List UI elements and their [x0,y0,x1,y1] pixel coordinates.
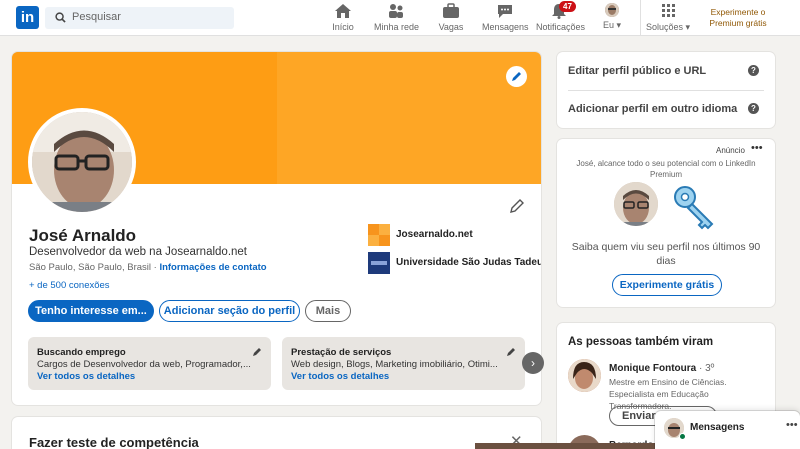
profile-settings-card: Editar perfil público e URL ? Adicionar … [557,52,775,128]
school-logo [368,252,390,274]
nav-notifications[interactable]: 47 Notificações [536,1,586,33]
box-text: Cargos de Desenvolvedor da web, Programa… [37,359,251,370]
ad-label: Anúncio [716,146,745,155]
nav-divider [640,0,641,36]
more-options-icon[interactable]: ••• [786,419,798,431]
edit-intro-icon[interactable] [509,198,525,214]
nav-jobs-label: Vagas [438,22,464,32]
people-title: As pessoas também viram [568,336,714,348]
avatar-icon [605,3,619,17]
help-icon[interactable]: ? [748,65,759,76]
pencil-icon [512,72,521,81]
grid-icon [662,4,675,17]
briefcase-icon [443,3,459,18]
open-to-work-box[interactable]: Buscando emprego Cargos de Desenvolvedor… [28,337,271,390]
services-box[interactable]: Prestação de serviços Web design, Blogs,… [282,337,525,390]
nav-network-label: Minha rede [374,22,420,32]
search-input[interactable]: Pesquisar [45,7,234,29]
profile-location: São Paulo, São Paulo, Brasil · Informaçõ… [29,262,267,273]
nav-home[interactable]: Início [328,3,358,33]
nav-jobs[interactable]: Vagas [436,3,466,33]
ad-avatar [614,182,658,226]
home-icon [335,4,351,18]
try-free-button[interactable]: Experimente grátis [612,274,722,296]
nav-network[interactable]: Minha rede [374,3,420,33]
search-icon [55,12,66,23]
carousel-next-button[interactable]: › [522,352,544,374]
nav-me-label: Eu ▾ [602,20,622,30]
edit-cover-button[interactable] [506,66,527,87]
key-icon [674,186,714,230]
nav-solutions[interactable]: Soluções ▾ [646,3,690,33]
box-link[interactable]: Ver todos os detalhes [37,371,135,382]
company-name: Josearnaldo.net [396,229,473,240]
ad-text: José, alcance todo o seu potencial com o… [576,159,756,179]
notification-badge: 47 [559,1,576,12]
background-strip [475,443,655,449]
premium-ad-card: Anúncio ••• José, alcance todo o seu pot… [557,139,775,307]
pencil-icon[interactable] [506,346,517,357]
profile-name: José Arnaldo [29,226,137,245]
search-placeholder: Pesquisar [72,11,121,23]
add-language-link[interactable]: Adicionar perfil em outro idioma [568,103,737,115]
profile-headline: Desenvolvedor da web na Josearnaldo.net [29,246,248,258]
box-link[interactable]: Ver todos os detalhes [291,371,389,382]
nav-notifications-label: Notificações [536,22,586,32]
box-title: Prestação de serviços [291,347,392,358]
contact-info-link[interactable]: Informações de contato [159,262,266,273]
skill-assessment-card: Fazer teste de competência ✕ [12,417,541,449]
person-name[interactable]: Monique Fontoura · 3º [609,363,714,374]
top-nav: in Pesquisar Início Minha rede Vagas Men… [0,0,800,36]
nav-solutions-label: Soluções ▾ [646,22,691,32]
ad-message: Saiba quem viu seu perfil nos últimos 90… [571,241,761,267]
network-icon [389,4,403,18]
add-section-button[interactable]: Adicionar seção do perfil [159,300,300,322]
box-title: Buscando emprego [37,347,126,358]
person-avatar[interactable] [568,359,601,392]
nav-me[interactable]: Eu ▾ [600,3,624,33]
more-button[interactable]: Mais [305,300,351,322]
box-text: Web design, Blogs, Marketing imobiliário… [291,359,498,370]
company-logo [368,224,390,246]
interest-button[interactable]: Tenho interesse em... [28,300,154,322]
premium-line1: Experimente o [710,7,766,17]
nav-messages[interactable]: Mensagens [482,3,529,33]
chat-icon [498,5,512,18]
connections-link[interactable]: + de 500 conexões [29,280,110,291]
online-status-icon [679,433,686,440]
messaging-bar[interactable]: Mensagens ••• [655,411,800,449]
linkedin-logo[interactable]: in [16,6,39,29]
messaging-label: Mensagens [690,422,745,433]
premium-link[interactable]: Experimente o Premium grátis [700,7,776,29]
chevron-right-icon: › [531,356,535,370]
premium-line2: Premium grátis [709,18,767,28]
edit-public-profile-link[interactable]: Editar perfil público e URL [568,65,706,77]
school-name: Universidade São Judas Tadeu [396,257,541,268]
nav-messages-label: Mensagens [482,22,529,32]
more-options-icon[interactable]: ••• [751,142,763,154]
help-icon[interactable]: ? [748,103,759,114]
pencil-icon[interactable] [252,346,263,357]
profile-photo[interactable] [28,108,136,216]
divider [568,90,764,91]
skill-title: Fazer teste de competência [29,435,199,449]
profile-card: José Arnaldo Desenvolvedor da web na Jos… [12,52,541,405]
nav-home-label: Início [332,22,354,32]
